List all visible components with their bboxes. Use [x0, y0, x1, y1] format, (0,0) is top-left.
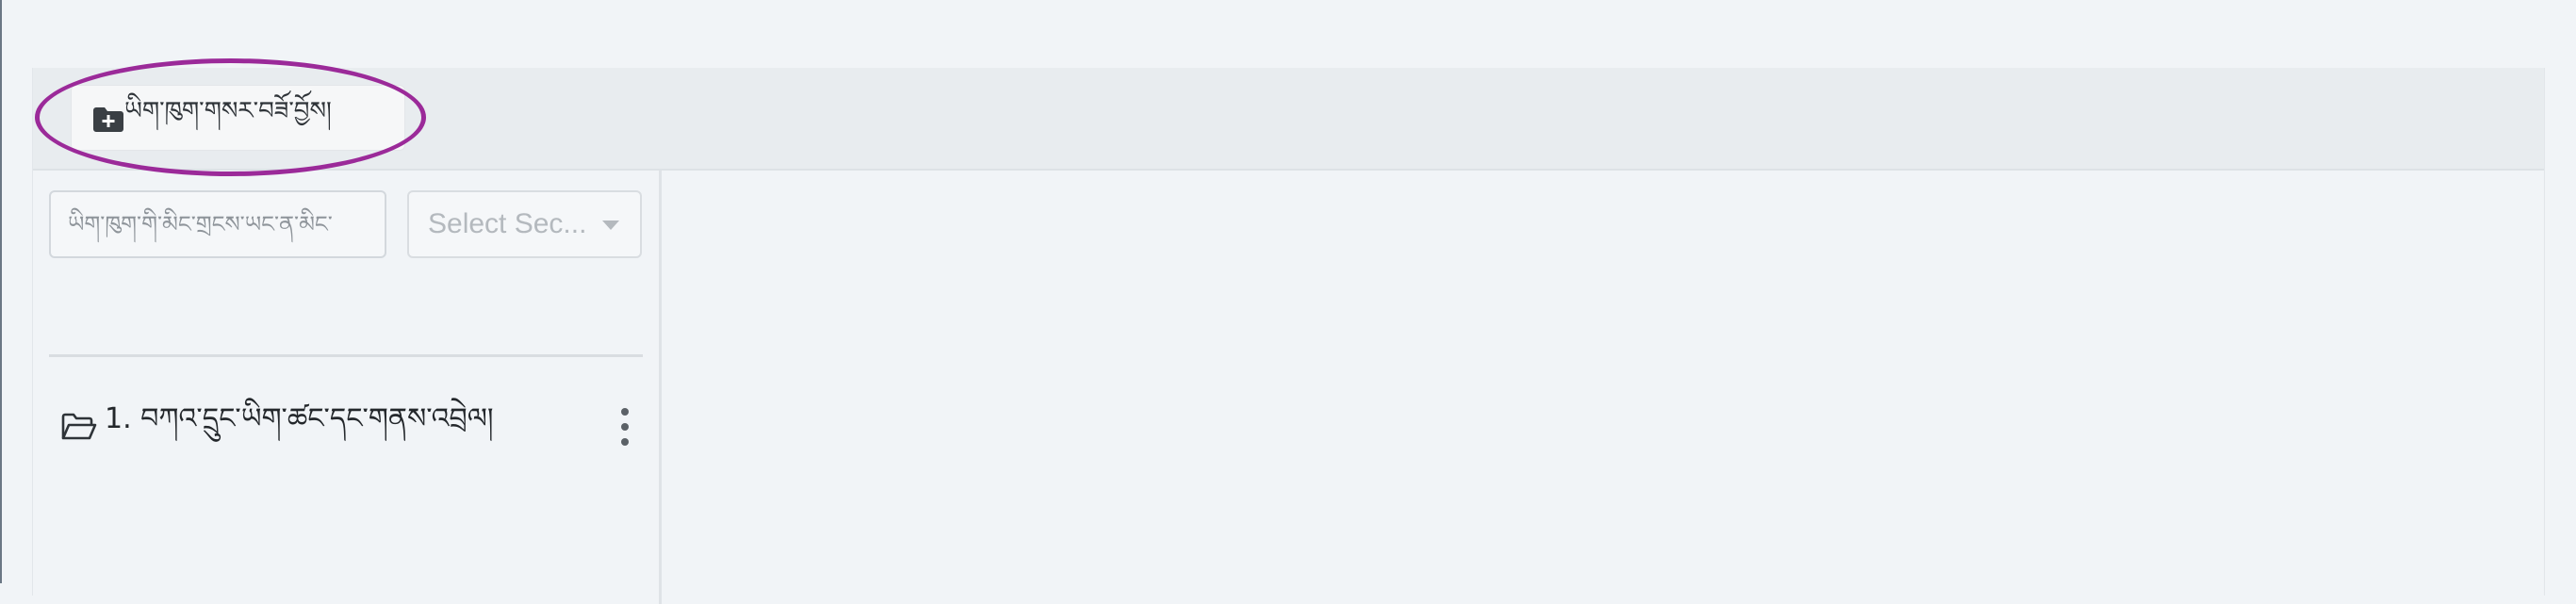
create-folder-button[interactable]: ཡིག་ཁུག་གསར་བཟོ་བྱོས། — [71, 85, 405, 151]
folder-tree-item-label: 1. བཀའ་དྲུང་ཡིག་ཚང་དང་གནས་འབྲེལ། — [105, 402, 494, 435]
folder-open-icon — [61, 413, 97, 440]
main-content — [662, 171, 2544, 604]
sidebar: Select Sec... 1. བཀའ་དྲུང་ཡིག་ཚང་དང་གནས་… — [33, 171, 662, 604]
sidebar-divider — [49, 354, 643, 357]
create-folder-label: ཡིག་ཁུག་གསར་བཟོ་བྱོས། — [124, 96, 332, 125]
chevron-down-icon — [602, 220, 619, 230]
window-left-edge — [0, 0, 2, 583]
more-options-icon[interactable] — [618, 408, 632, 446]
folder-plus-icon — [93, 107, 123, 132]
documents-panel: ཡིག་ཁུག་གསར་བཟོ་བྱོས། Select Sec... 1. བ… — [32, 58, 2545, 604]
section-select[interactable]: Select Sec... — [407, 190, 642, 258]
folder-tree-item[interactable]: 1. བཀའ་དྲུང་ཡིག་ཚང་དང་གནས་འབྲེལ། — [61, 400, 646, 453]
section-select-placeholder: Select Sec... — [428, 208, 587, 239]
toolbar: ཡིག་ཁུག་གསར་བཟོ་བྱོས། — [33, 58, 2544, 176]
folder-search-input[interactable] — [49, 190, 386, 258]
